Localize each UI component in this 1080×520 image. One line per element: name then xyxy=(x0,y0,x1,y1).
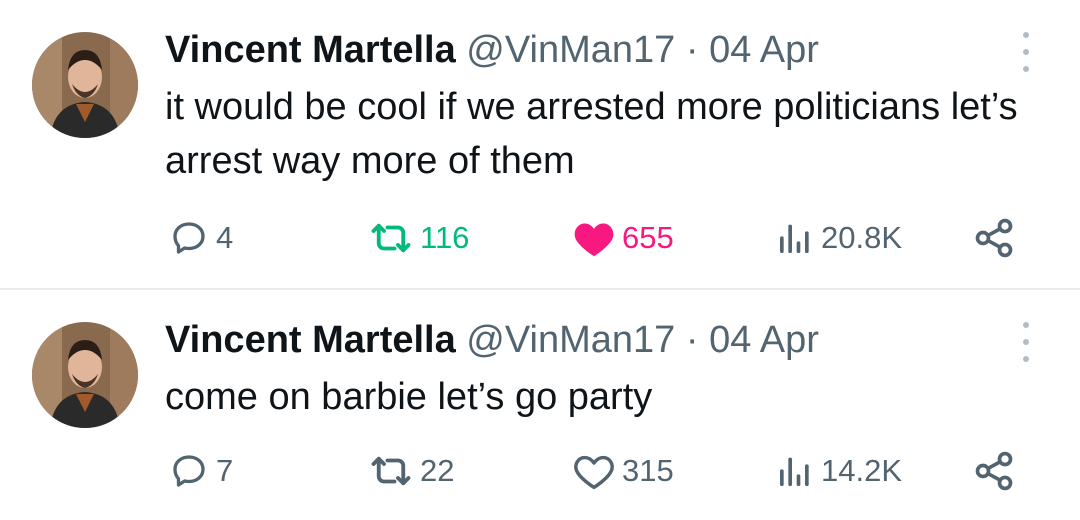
share-icon xyxy=(972,216,1016,260)
views-button[interactable]: 14.2K xyxy=(775,446,902,496)
retweet-icon xyxy=(368,450,414,492)
author-name[interactable]: Vincent Martella xyxy=(165,319,456,361)
tweet-header: Vincent Martella @VinMan17 · 04 Apr xyxy=(165,28,819,72)
retweet-icon xyxy=(368,217,414,259)
more-icon[interactable] xyxy=(1016,322,1036,362)
heart-icon xyxy=(572,218,616,258)
tweet-actions: 7 22 315 14.2K xyxy=(0,446,1080,496)
tweet-header: Vincent Martella @VinMan17 · 04 Apr xyxy=(165,318,819,362)
views-icon xyxy=(775,451,815,491)
like-button[interactable]: 655 xyxy=(572,213,674,263)
retweet-count: 22 xyxy=(420,453,455,488)
more-icon[interactable] xyxy=(1016,32,1036,72)
retweet-button[interactable]: 22 xyxy=(368,446,454,496)
reply-icon xyxy=(168,217,210,259)
like-button[interactable]: 315 xyxy=(572,446,674,496)
reply-icon xyxy=(168,450,210,492)
tweet-date[interactable]: · 04 Apr xyxy=(686,319,819,361)
tweet[interactable]: Vincent Martella @VinMan17 · 04 Apr come… xyxy=(0,290,1080,520)
like-count: 655 xyxy=(622,220,674,255)
avatar[interactable] xyxy=(32,32,138,138)
views-button[interactable]: 20.8K xyxy=(775,213,902,263)
author-name[interactable]: Vincent Martella xyxy=(165,29,456,71)
tweet-date[interactable]: · 04 Apr xyxy=(686,29,819,71)
views-count: 20.8K xyxy=(821,220,903,255)
retweet-count: 116 xyxy=(420,220,470,255)
tweet[interactable]: Vincent Martella @VinMan17 · 04 Apr it w… xyxy=(0,0,1080,288)
tweet-actions: 4 116 655 20.8K xyxy=(0,213,1080,263)
heart-icon xyxy=(572,451,616,491)
share-button[interactable] xyxy=(972,446,1016,496)
reply-count: 4 xyxy=(216,220,234,255)
tweet-text: come on barbie let’s go party xyxy=(165,376,653,418)
tweet-text: it would be cool if we arrested more pol… xyxy=(165,86,1018,182)
avatar[interactable] xyxy=(32,322,138,428)
share-button[interactable] xyxy=(972,213,1016,263)
author-handle[interactable]: @VinMan17 xyxy=(466,319,675,361)
reply-button[interactable]: 7 xyxy=(168,446,233,496)
share-icon xyxy=(972,449,1016,493)
author-handle[interactable]: @VinMan17 xyxy=(466,29,675,71)
reply-button[interactable]: 4 xyxy=(168,213,233,263)
retweet-button[interactable]: 116 xyxy=(368,213,469,263)
views-icon xyxy=(775,218,815,258)
views-count: 14.2K xyxy=(821,453,903,488)
reply-count: 7 xyxy=(216,453,234,488)
like-count: 315 xyxy=(622,453,674,488)
